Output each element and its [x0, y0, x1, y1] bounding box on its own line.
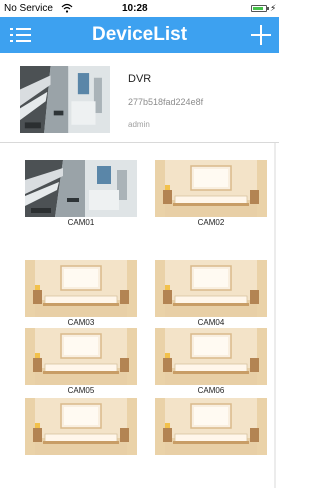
device-thumbnail: [20, 66, 110, 133]
navigation-bar: DeviceList: [0, 17, 279, 53]
channel-cell-4[interactable]: CAM04: [155, 260, 267, 330]
add-icon[interactable]: [251, 25, 271, 45]
page-title: DeviceList: [91, 24, 188, 45]
clock-label: 10:28: [122, 3, 148, 14]
channel-preview-image: [155, 328, 267, 385]
channel-label: CAM01: [67, 218, 95, 227]
channel-label: CAM06: [197, 386, 225, 395]
channel-preview-image: [155, 398, 267, 455]
channel-preview-image: [25, 398, 137, 455]
channel-cell-3[interactable]: CAM03: [25, 260, 137, 330]
channel-label: CAM05: [67, 386, 95, 395]
battery-level: [253, 7, 263, 10]
channel-preview-image: [25, 260, 137, 317]
carrier-label: No Service: [4, 3, 53, 14]
channel-preview-image: [155, 260, 267, 317]
channel-cell-5[interactable]: CAM05: [25, 328, 137, 398]
device-username: admin: [128, 120, 150, 129]
channel-label: CAM03: [67, 318, 95, 327]
battery-icon: [251, 5, 267, 12]
channel-preview-image: [155, 160, 267, 217]
channel-label: CAM02: [197, 218, 225, 227]
channel-label: CAM04: [197, 318, 225, 327]
device-id: 277b518fad224e8f: [128, 97, 204, 107]
device-row[interactable]: DVR 277b518fad224e8f admin: [0, 53, 279, 143]
channel-preview-image: [25, 160, 137, 217]
charging-icon: ⚡: [270, 3, 277, 13]
channel-cell-8[interactable]: [155, 398, 267, 468]
channel-cell-7[interactable]: [25, 398, 137, 468]
wifi-icon: [61, 3, 73, 13]
channel-cell-2[interactable]: CAM02: [155, 160, 267, 230]
channel-cell-1[interactable]: CAM01: [25, 160, 137, 230]
device-name: DVR: [128, 73, 152, 85]
scrollbar[interactable]: [274, 143, 276, 488]
status-bar: No Service 10:28 ⚡: [0, 0, 279, 17]
battery-tip: [267, 7, 269, 10]
channel-cell-6[interactable]: CAM06: [155, 328, 267, 398]
channel-preview-image: [25, 328, 137, 385]
